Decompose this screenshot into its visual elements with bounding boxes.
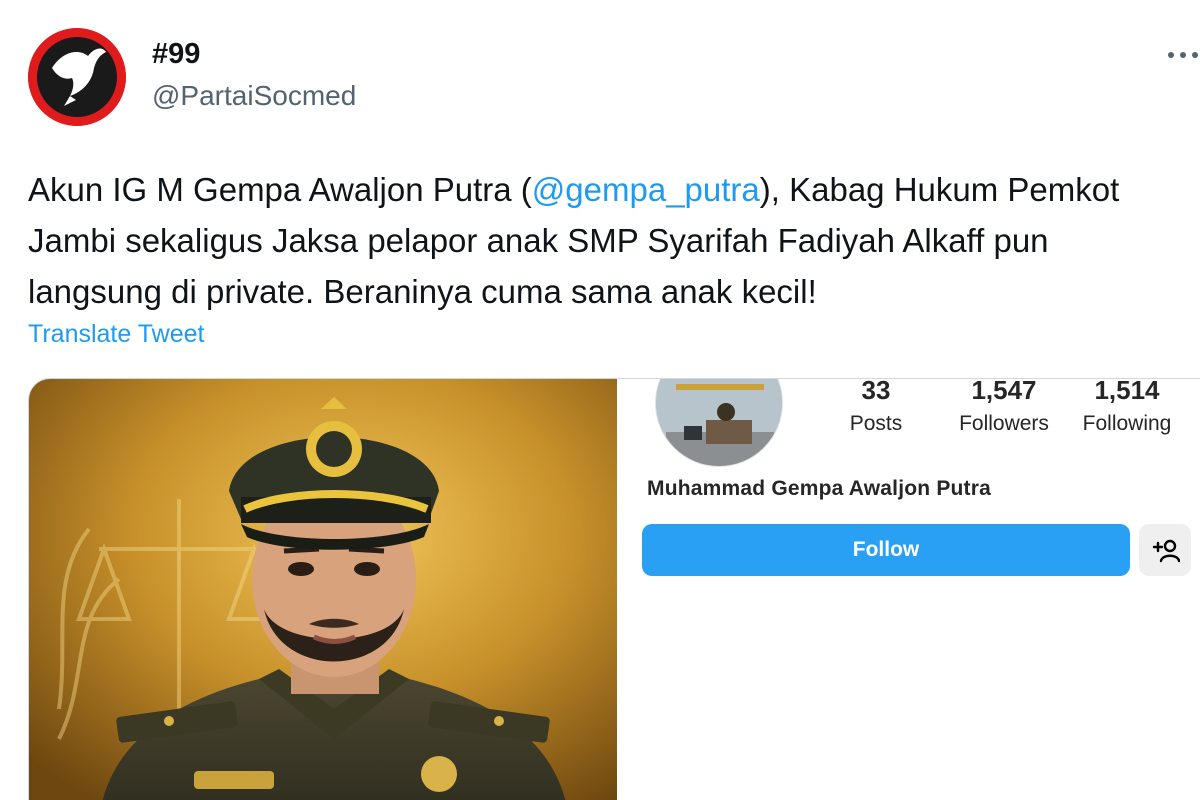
tweet-text: Akun IG M Gempa Awaljon Putra (@gempa_pu… <box>28 164 1200 317</box>
following-label: Following <box>1082 412 1172 435</box>
instagram-full-name: Muhammad Gempa Awaljon Putra <box>647 477 991 500</box>
following-count: 1,514 <box>1094 378 1160 405</box>
instagram-avatar[interactable] <box>655 379 783 467</box>
user-handle[interactable]: @PartaiSocmed <box>152 80 356 112</box>
mention-link[interactable]: @gempa_putra <box>532 171 760 208</box>
add-user-icon[interactable] <box>1139 524 1191 576</box>
more-dot <box>1192 52 1198 58</box>
followers-label: Followers <box>959 412 1049 435</box>
add-user-icon-glyph <box>1152 539 1180 563</box>
tweet-text-line-1: Akun IG M Gempa Awaljon Putra (@gempa_pu… <box>28 164 1200 215</box>
profile-avatar[interactable] <box>28 28 126 126</box>
instagram-avatar-image <box>656 379 782 466</box>
tweet-text-segment: ), Kabag Hukum Pemkot <box>759 171 1120 208</box>
instagram-profile-panel: 33 Posts 1,547 Followers 1,514 Following… <box>617 379 1200 800</box>
more-dot <box>1168 52 1174 58</box>
official-portrait-image <box>29 379 617 800</box>
tweet-text-segment: Akun IG M Gempa Awaljon Putra ( <box>28 171 532 208</box>
followers-count: 1,547 <box>971 378 1037 405</box>
followers-stat[interactable]: 1,547 Followers <box>939 378 1069 441</box>
follow-button[interactable]: Follow <box>642 524 1130 576</box>
posts-count: 33 <box>861 378 891 405</box>
translate-tweet-link[interactable]: Translate Tweet <box>28 320 204 349</box>
more-dot <box>1180 52 1186 58</box>
dove-logo-icon <box>28 28 126 126</box>
tweet-text-line-2: Jambi sekaligus Jaksa pelapor anak SMP S… <box>28 222 1049 259</box>
following-stat[interactable]: 1,514 Following <box>1063 378 1191 441</box>
display-name[interactable]: #99 <box>152 38 200 71</box>
tweet-media[interactable]: 33 Posts 1,547 Followers 1,514 Following… <box>28 378 1200 800</box>
profile-photo[interactable] <box>29 379 617 800</box>
tweet-text-line-3: langsung di private. Beraninya cuma sama… <box>28 273 817 310</box>
posts-label: Posts <box>849 412 903 435</box>
tweet: #99 @PartaiSocmed Akun IG M Gempa Awaljo… <box>0 0 1200 800</box>
more-horizontal-icon[interactable] <box>1168 40 1200 70</box>
posts-stat[interactable]: 33 Posts <box>835 378 917 441</box>
